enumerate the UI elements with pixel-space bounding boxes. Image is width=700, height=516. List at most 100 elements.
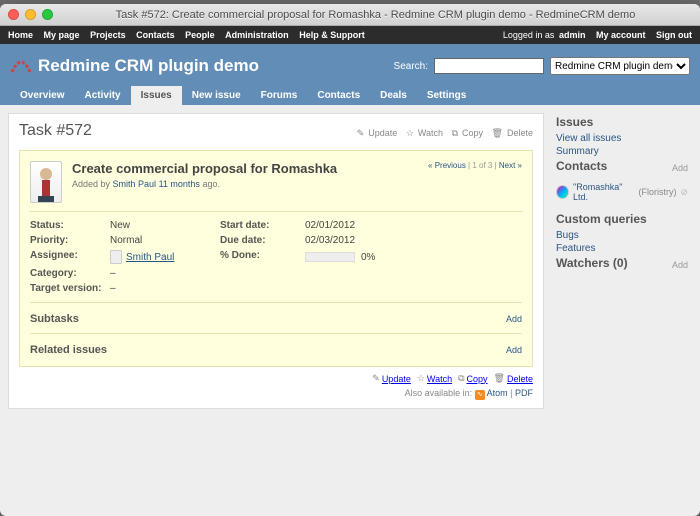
add-contact-link[interactable]: Add	[672, 163, 688, 173]
topmenu-signout[interactable]: Sign out	[656, 30, 692, 40]
sidebar-custom-queries-heading: Custom queries	[556, 212, 688, 226]
topmenu-home[interactable]: Home	[8, 30, 33, 40]
remove-contact-icon[interactable]: ⊘	[680, 187, 688, 198]
delete-link[interactable]: Delete	[507, 128, 533, 138]
pencil-icon: ✎	[357, 128, 365, 139]
feed-icon: ∿	[475, 390, 485, 400]
redmine-arc-icon	[10, 58, 32, 74]
topmenu-contacts[interactable]: Contacts	[136, 30, 175, 40]
issue-details: Create commercial proposal for Romashka …	[19, 150, 533, 367]
topmenu-mypage[interactable]: My page	[44, 30, 80, 40]
progress-bar	[305, 252, 355, 262]
target-version-value: –	[110, 283, 220, 294]
assignee-avatar-icon	[110, 250, 122, 264]
tab-deals[interactable]: Deals	[370, 86, 417, 105]
copy-icon: ⧉	[452, 128, 458, 139]
top-menu: Home My page Projects Contacts People Ad…	[0, 26, 700, 44]
topmenu-admin[interactable]: Administration	[225, 30, 289, 40]
issue-attributes: Status: New Start date: 02/01/2012 Prior…	[30, 220, 522, 294]
category-label: Category:	[30, 268, 110, 279]
query-features-link[interactable]: Features	[556, 243, 688, 254]
due-date-value: 02/03/2012	[305, 235, 522, 246]
tab-settings[interactable]: Settings	[417, 86, 476, 105]
project-logo[interactable]: Redmine CRM plugin demo	[10, 56, 259, 76]
sidebar-contacts-heading: Contacts	[556, 159, 607, 173]
topmenu-help[interactable]: Help & Support	[299, 30, 365, 40]
tab-overview[interactable]: Overview	[10, 86, 74, 105]
due-date-label: Due date:	[220, 235, 305, 246]
status-label: Status:	[30, 220, 110, 231]
window-title: Task #572: Create commercial proposal fo…	[59, 9, 692, 21]
action-links-bottom: ✎Update ☆Watch ⧉Copy 🗑Delete	[19, 373, 533, 384]
tab-forums[interactable]: Forums	[251, 86, 308, 105]
logged-in-prefix: Logged in as	[503, 30, 557, 40]
priority-value: Normal	[110, 235, 220, 246]
query-bugs-link[interactable]: Bugs	[556, 230, 688, 241]
assignee-link[interactable]: Smith Paul	[126, 252, 174, 263]
author-link[interactable]: Smith Paul 11 months	[113, 179, 200, 189]
atom-link[interactable]: Atom	[487, 388, 508, 398]
trash-icon: 🗑	[492, 128, 503, 139]
update-link-bottom[interactable]: Update	[382, 374, 411, 384]
subtasks-heading: Subtasks	[30, 313, 79, 325]
author-avatar[interactable]	[30, 161, 62, 203]
add-subtask-link[interactable]: Add	[506, 314, 522, 324]
next-issue-link[interactable]: Next »	[499, 161, 522, 170]
assignee-value: Smith Paul	[110, 250, 220, 264]
pencil-icon: ✎	[372, 373, 380, 384]
copy-link-bottom[interactable]: Copy	[467, 374, 488, 384]
minimize-window-button[interactable]	[25, 9, 36, 20]
sidebar-issues-heading: Issues	[556, 115, 688, 129]
logged-in-user[interactable]: admin	[559, 30, 586, 40]
star-icon: ☆	[417, 373, 425, 384]
tab-newissue[interactable]: New issue	[182, 86, 251, 105]
topmenu-myaccount[interactable]: My account	[596, 30, 646, 40]
project-selector[interactable]: Redmine CRM plugin demo	[550, 57, 690, 75]
sidebar: Issues View all issues Summary Contacts …	[552, 113, 692, 409]
add-related-link[interactable]: Add	[506, 345, 522, 355]
contact-note: (Floristry)	[638, 187, 676, 197]
view-all-issues-link[interactable]: View all issues	[556, 133, 688, 144]
main-tabs: Overview Activity Issues New issue Forum…	[10, 86, 690, 105]
content: Task #572 ✎Update ☆Watch ⧉Copy 🗑Delete C…	[8, 113, 544, 409]
project-title: Redmine CRM plugin demo	[38, 56, 259, 76]
target-version-label: Target version:	[30, 283, 110, 294]
contact-item: "Romashka" Ltd. (Floristry) ⊘	[556, 180, 688, 204]
tab-contacts[interactable]: Contacts	[307, 86, 370, 105]
sidebar-watchers-heading: Watchers (0)	[556, 256, 628, 270]
issue-title: Create commercial proposal for Romashka	[72, 161, 418, 176]
prev-issue-link[interactable]: « Previous	[428, 161, 466, 170]
tab-issues[interactable]: Issues	[131, 86, 182, 105]
issue-pagination: « Previous | 1 of 3 | Next »	[428, 161, 522, 203]
tab-activity[interactable]: Activity	[74, 86, 130, 105]
zoom-window-button[interactable]	[42, 9, 53, 20]
trash-icon: 🗑	[494, 373, 505, 384]
search-input[interactable]	[434, 58, 544, 74]
update-link[interactable]: Update	[368, 128, 397, 138]
header: Redmine CRM plugin demo Search: Redmine …	[0, 44, 700, 105]
category-value: –	[110, 268, 220, 279]
action-links-top: ✎Update ☆ Watch ⧉ Copy 🗑 Delete	[351, 128, 533, 139]
contact-link[interactable]: "Romashka" Ltd.	[573, 182, 634, 202]
topmenu-projects[interactable]: Projects	[90, 30, 126, 40]
start-date-value: 02/01/2012	[305, 220, 522, 231]
watch-link-bottom[interactable]: Watch	[427, 374, 452, 384]
priority-label: Priority:	[30, 235, 110, 246]
summary-link[interactable]: Summary	[556, 146, 688, 157]
topmenu-people[interactable]: People	[185, 30, 215, 40]
pdf-link[interactable]: PDF	[515, 388, 533, 398]
close-window-button[interactable]	[8, 9, 19, 20]
window-titlebar: Task #572: Create commercial proposal fo…	[0, 4, 700, 26]
star-icon: ☆	[406, 128, 414, 139]
related-issues-heading: Related issues	[30, 344, 107, 356]
copy-link[interactable]: Copy	[462, 128, 483, 138]
copy-icon: ⧉	[458, 373, 464, 384]
search-label: Search:	[394, 61, 428, 72]
watch-link[interactable]: Watch	[418, 128, 443, 138]
done-label: % Done:	[220, 250, 305, 264]
done-value: 0%	[305, 250, 522, 264]
delete-link-bottom[interactable]: Delete	[507, 374, 533, 384]
also-available: Also available in: ∿Atom | PDF	[19, 388, 533, 400]
add-watcher-link[interactable]: Add	[672, 260, 688, 270]
assignee-label: Assignee:	[30, 250, 110, 264]
